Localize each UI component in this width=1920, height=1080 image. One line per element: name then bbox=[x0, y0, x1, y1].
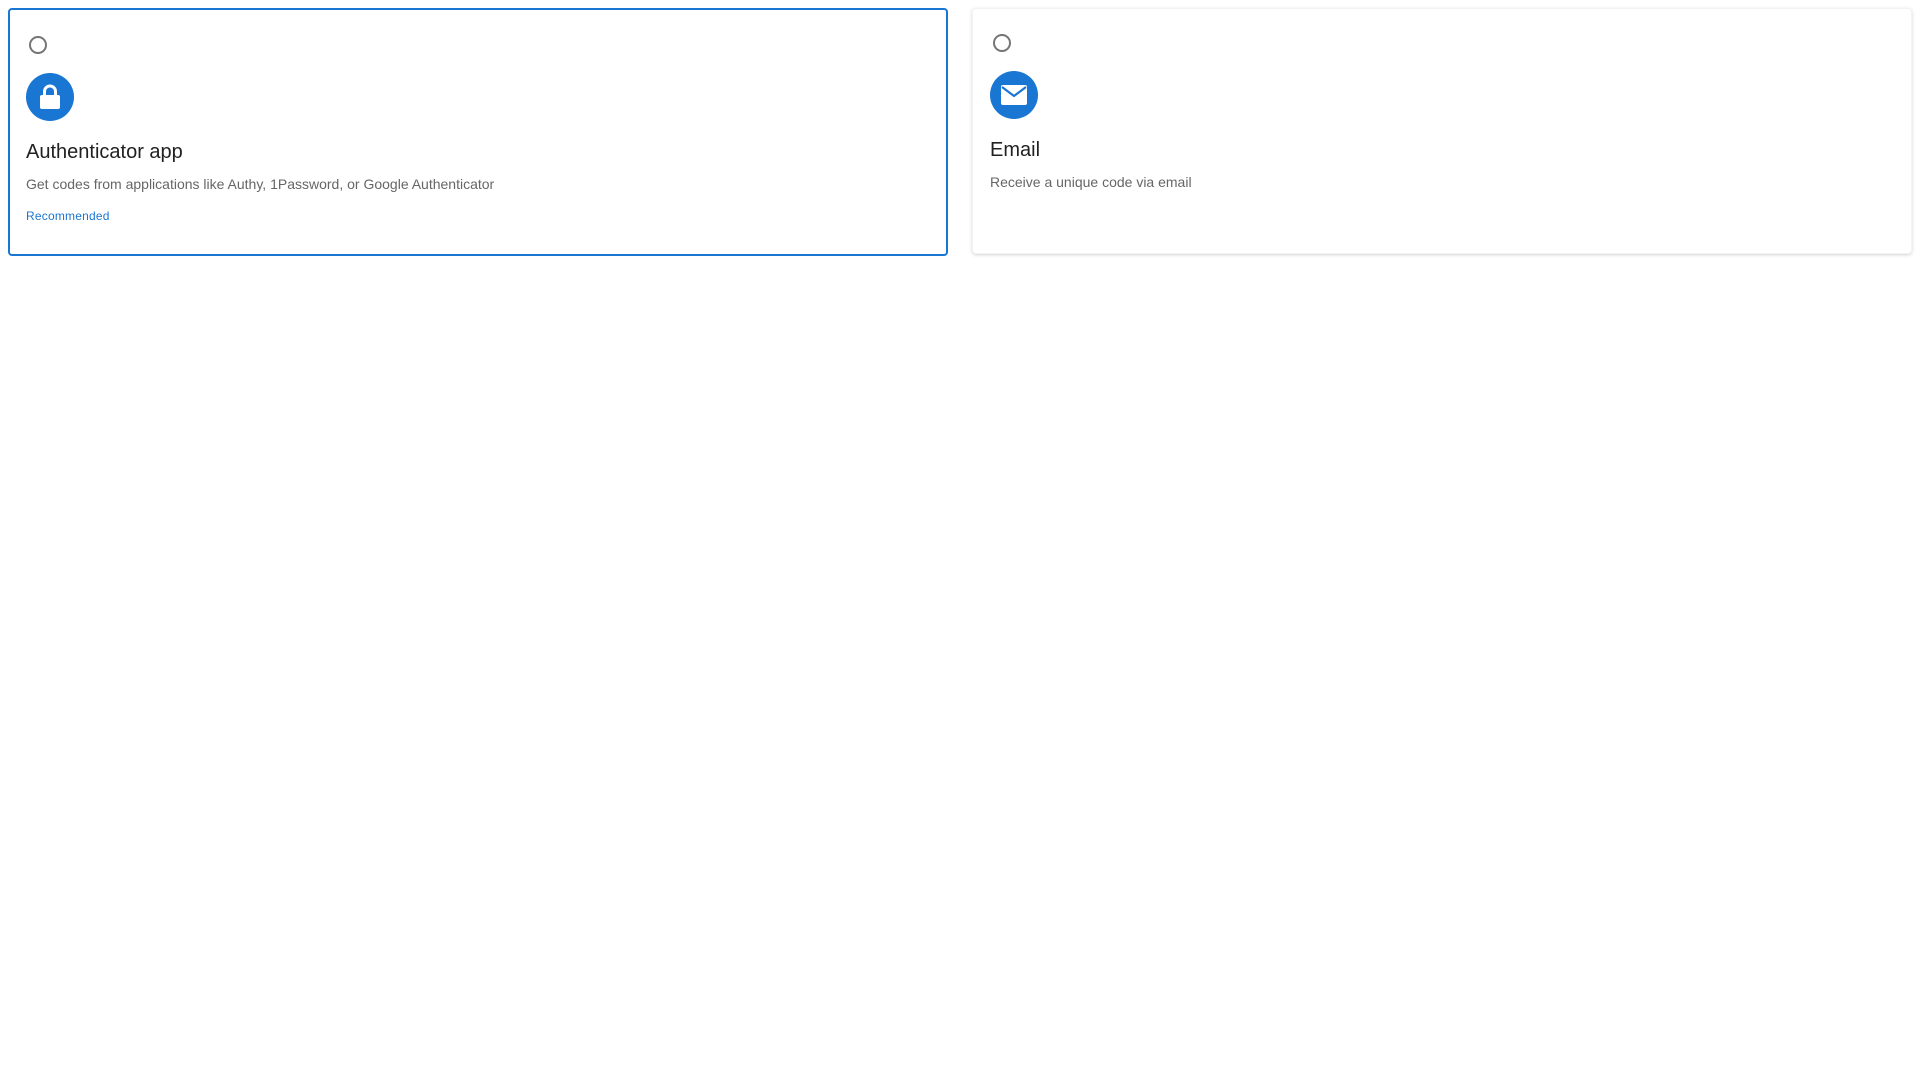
email-option-card[interactable]: Email Receive a unique code via email bbox=[972, 8, 1912, 254]
email-title: Email bbox=[990, 139, 1041, 161]
two-factor-method-options: Authenticator app Get codes from applica… bbox=[8, 8, 1912, 256]
authenticator-app-option-card[interactable]: Authenticator app Get codes from applica… bbox=[8, 8, 948, 256]
authenticator-app-radio[interactable] bbox=[29, 36, 47, 54]
authenticator-app-title: Authenticator app bbox=[26, 141, 183, 163]
recommended-badge: Recommended bbox=[26, 209, 110, 223]
envelope-icon-glyph bbox=[1001, 85, 1027, 105]
email-description: Receive a unique code via email bbox=[990, 174, 1192, 190]
envelope-icon bbox=[990, 71, 1038, 119]
authenticator-app-description: Get codes from applications like Authy, … bbox=[26, 176, 495, 192]
lock-icon bbox=[26, 73, 74, 121]
email-radio[interactable] bbox=[993, 34, 1011, 52]
lock-icon-glyph bbox=[40, 84, 60, 109]
